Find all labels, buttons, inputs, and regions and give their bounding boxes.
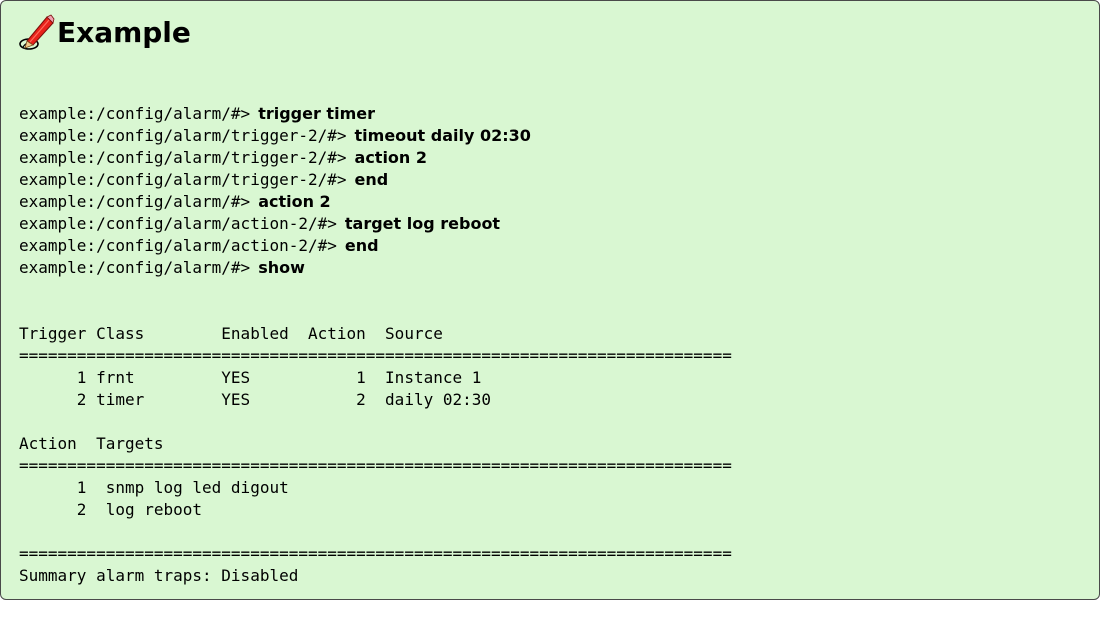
- command-line: example:/config/alarm/#> trigger timer: [19, 103, 732, 125]
- cli-command: end: [344, 236, 379, 255]
- output-line: ========================================…: [19, 456, 732, 475]
- example-header: Example: [17, 13, 191, 51]
- command-line: example:/config/alarm/trigger-2/#> timeou…: [19, 125, 732, 147]
- cli-prompt: example:/config/alarm/#>: [19, 258, 251, 277]
- cli-command: show: [258, 258, 305, 277]
- cli-prompt: example:/config/alarm/action-2/#>: [19, 236, 337, 255]
- output-line: 1 snmp log led digout: [19, 478, 289, 497]
- pencil-icon: [17, 11, 57, 56]
- cli-command: action 2: [354, 148, 428, 167]
- command-line: example:/config/alarm/trigger-2/#> action…: [19, 147, 732, 169]
- output-line: ========================================…: [19, 544, 732, 563]
- cli-command: timeout daily 02:30: [354, 126, 531, 145]
- cli-prompt: example:/config/alarm/trigger-2/#>: [19, 126, 347, 145]
- page-title: Example: [57, 16, 191, 49]
- cli-prompt: example:/config/alarm/action-2/#>: [19, 214, 337, 233]
- cli-prompt: example:/config/alarm/#>: [19, 192, 251, 211]
- cli-command: trigger timer: [258, 104, 375, 123]
- command-line: example:/config/alarm/#> show: [19, 257, 732, 279]
- command-line: example:/config/alarm/action-2/#> end: [19, 235, 732, 257]
- output-line: 1 frnt YES 1 Instance 1: [19, 368, 482, 387]
- output-line: Summary alarm traps: Disabled: [19, 566, 299, 585]
- console-output: example:/config/alarm/#> trigger timer exa…: [19, 59, 732, 631]
- example-box: Example example:/config/alarm/#> trigger …: [0, 0, 1100, 600]
- output-line: 2 log reboot: [19, 500, 203, 519]
- output-line: Action Targets: [19, 434, 164, 453]
- cli-prompt: example:/config/alarm/trigger-2/#>: [19, 148, 347, 167]
- cli-prompt: example:/config/alarm/#>: [19, 104, 251, 123]
- output-line: Trigger Class Enabled Action Source: [19, 324, 443, 343]
- command-line: example:/config/alarm/action-2/#> target …: [19, 213, 732, 235]
- command-line: example:/config/alarm/#> action 2: [19, 191, 732, 213]
- output-line: 2 timer YES 2 daily 02:30: [19, 390, 492, 409]
- output-line: ========================================…: [19, 346, 732, 365]
- cli-command: action 2: [258, 192, 331, 211]
- cli-prompt: example:/config/alarm/trigger-2/#>: [19, 170, 347, 189]
- cli-command: target log reboot: [344, 214, 501, 233]
- cli-command: end: [354, 170, 389, 189]
- command-line: example:/config/alarm/trigger-2/#> end: [19, 169, 732, 191]
